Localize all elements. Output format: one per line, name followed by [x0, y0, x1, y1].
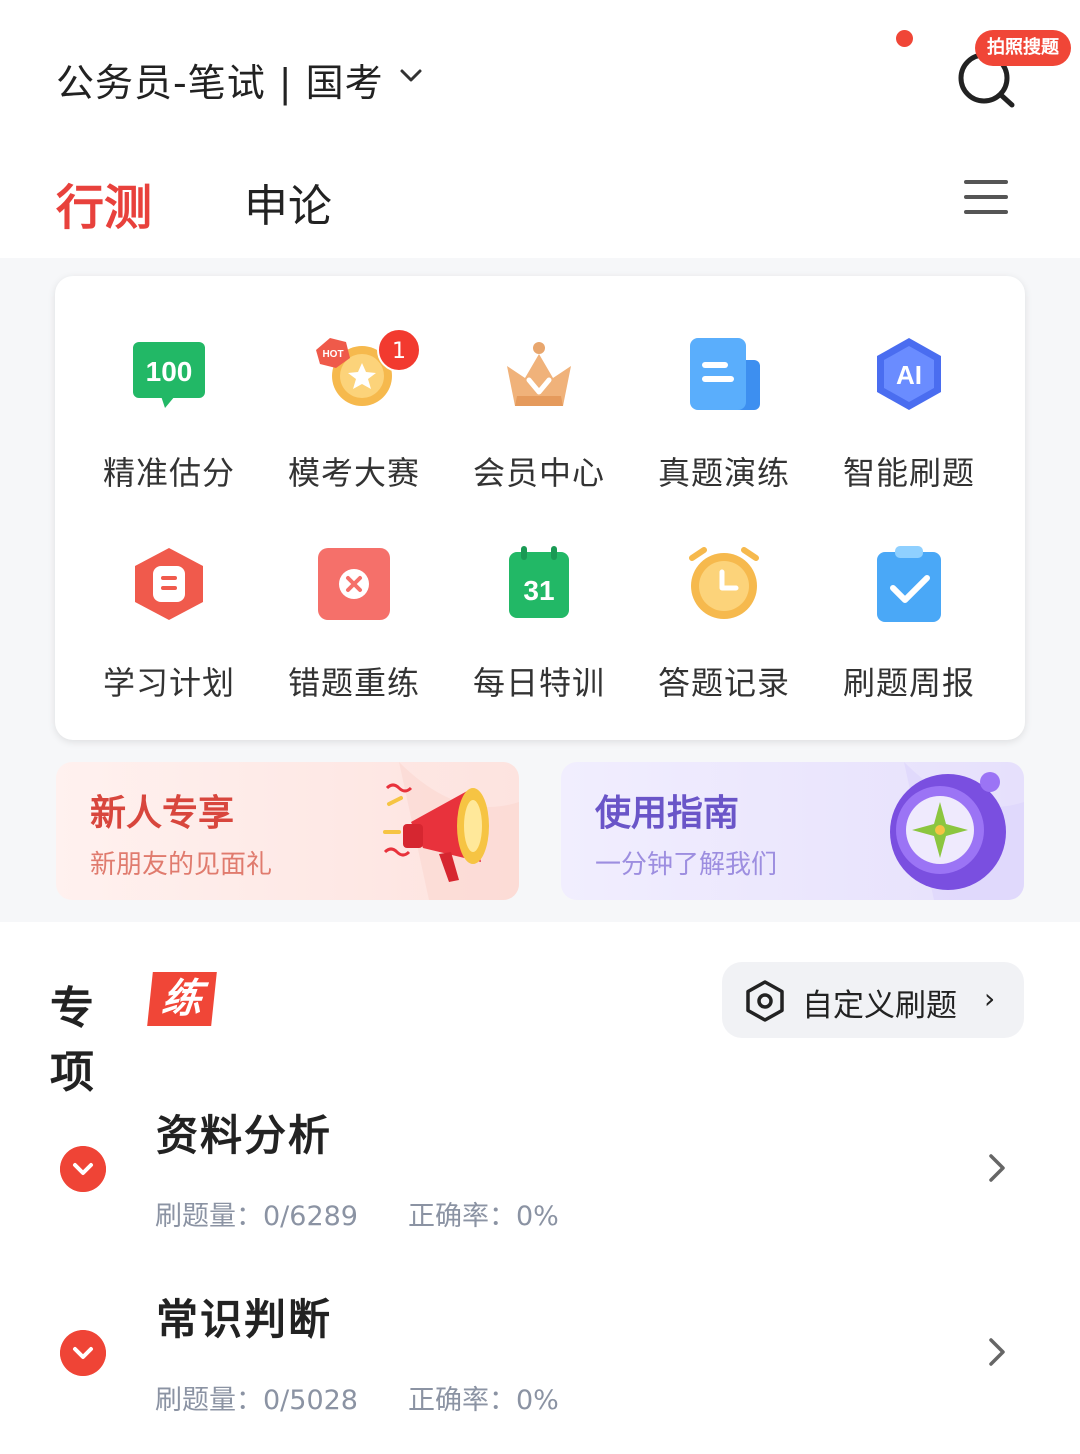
grid-item-member[interactable]: 会员中心 — [442, 336, 636, 496]
grid-label: 错题重练 — [287, 664, 420, 702]
accuracy-rate: 正确率：0% — [408, 1385, 559, 1416]
score-100-icon: 100 — [133, 342, 205, 408]
promo-subtitle: 一分钟了解我们 — [595, 850, 778, 880]
practice-count: 刷题量：0/6289 — [155, 1201, 358, 1232]
title-part-a: 专项 — [50, 983, 94, 1098]
plan-hexagon-icon — [135, 548, 203, 620]
compass-icon — [890, 762, 1024, 900]
category-name: 资料分析 — [156, 1111, 333, 1160]
alarm-clock-icon — [689, 547, 759, 619]
feature-grid: 100 精准估分 HOT 模考大赛 会员中心 真题演练 AI 智能刷题 1 学习… — [55, 276, 1025, 740]
custom-practice-button[interactable]: 自定义刷题 › — [722, 962, 1024, 1038]
grid-item-record[interactable]: 答题记录 — [627, 546, 821, 706]
ai-hexagon-icon: AI — [877, 338, 941, 410]
svg-text:AI: AI — [896, 360, 922, 390]
exam-selector[interactable]: 公务员-笔试 | 国考 — [56, 52, 384, 107]
chevron-right-icon[interactable] — [986, 1336, 1008, 1368]
notification-dot — [896, 30, 913, 47]
grid-label: 智能刷题 — [842, 454, 975, 492]
notification-badge: 1 — [377, 328, 421, 372]
grid-label: 模考大赛 — [287, 454, 420, 492]
tab-shenlun[interactable]: 申论 — [244, 170, 332, 234]
grid-label: 刷题周报 — [842, 664, 975, 702]
category-item[interactable]: 资料分析 刷题量：0/6289 正确率：0% — [0, 1090, 1080, 1270]
settings-hex-icon — [746, 980, 784, 1022]
promo-guide[interactable]: 使用指南 一分钟了解我们 — [561, 762, 1024, 900]
category-name: 常识判断 — [156, 1295, 333, 1344]
grid-item-wrong[interactable]: 错题重练 — [257, 546, 451, 706]
expand-toggle-icon[interactable] — [60, 1146, 106, 1192]
svg-text:HOT: HOT — [322, 349, 343, 360]
svg-text:31: 31 — [523, 575, 554, 606]
expand-toggle-icon[interactable] — [60, 1330, 106, 1376]
promo-subtitle: 新朋友的见面礼 — [90, 850, 273, 880]
megaphone-icon — [383, 762, 519, 900]
promo-title: 新人专享 — [90, 793, 235, 834]
promo-new-user[interactable]: 新人专享 新朋友的见面礼 — [56, 762, 519, 900]
menu-icon[interactable] — [964, 178, 1008, 216]
grid-label: 会员中心 — [472, 454, 605, 492]
crown-icon — [507, 342, 571, 406]
grid-label: 学习计划 — [102, 664, 235, 702]
svg-text:100: 100 — [146, 356, 193, 387]
grid-label: 每日特训 — [472, 664, 605, 702]
chevron-down-icon[interactable] — [398, 66, 424, 86]
grid-item-real-exam[interactable]: 真题演练 — [627, 336, 821, 496]
photo-search-badge[interactable]: 拍照搜题 — [975, 30, 1071, 66]
grid-item-mock[interactable]: HOT 模考大赛 — [257, 336, 451, 496]
grid-label: 真题演练 — [657, 454, 790, 492]
grid-item-daily[interactable]: 31 每日特训 — [442, 546, 636, 706]
practice-count: 刷题量：0/5028 — [155, 1385, 358, 1416]
chevron-right-icon[interactable] — [986, 1152, 1008, 1184]
grid-item-plan[interactable]: 学习计划 — [72, 546, 266, 706]
grid-item-weekly[interactable]: 刷题周报 — [812, 546, 1006, 706]
grid-item-ai[interactable]: AI 智能刷题 — [812, 336, 1006, 496]
clipboard-check-icon — [877, 546, 941, 622]
grid-label: 答题记录 — [657, 664, 790, 702]
category-item[interactable]: 常识判断 刷题量：0/5028 正确率：0% — [0, 1274, 1080, 1454]
grid-label: 精准估分 — [102, 454, 235, 492]
custom-button-label: 自定义刷题 — [802, 988, 957, 1024]
title-part-b: 练习 — [147, 972, 217, 1076]
grid-item-score[interactable]: 100 精准估分 — [72, 336, 266, 496]
calendar-icon: 31 — [509, 546, 569, 618]
accuracy-rate: 正确率：0% — [408, 1201, 559, 1232]
promo-title: 使用指南 — [595, 793, 740, 834]
wrong-x-icon — [318, 548, 390, 620]
document-icon — [690, 338, 760, 410]
tab-xingce[interactable]: 行测 — [56, 168, 152, 238]
chevron-right-icon: › — [984, 982, 996, 1015]
